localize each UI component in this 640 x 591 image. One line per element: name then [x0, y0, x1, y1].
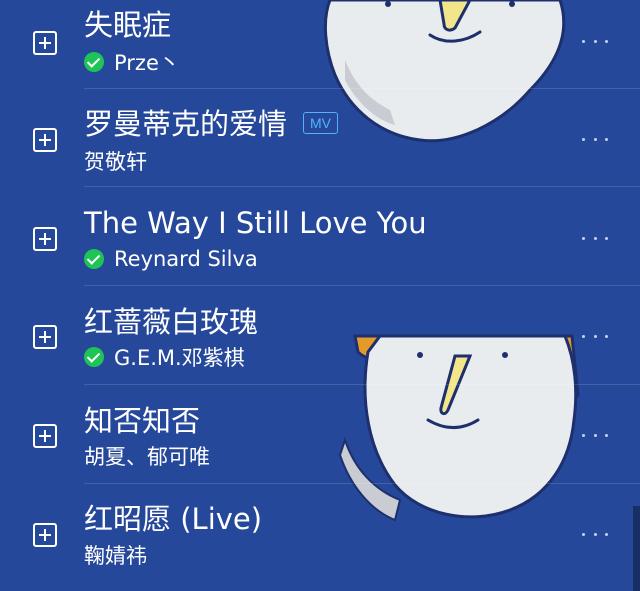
- song-title: 失眠症: [84, 8, 172, 42]
- more-dots-icon[interactable]: [582, 37, 608, 45]
- more-dots-icon[interactable]: [582, 332, 608, 340]
- song-artist: 鞠婧祎: [84, 544, 147, 568]
- more-dots-icon[interactable]: [582, 135, 608, 143]
- list-item[interactable]: 知否知否 胡夏、郁可唯: [0, 386, 640, 484]
- mv-badge[interactable]: MV: [303, 112, 338, 134]
- song-artist: 胡夏、郁可唯: [84, 445, 210, 469]
- divider: [84, 186, 640, 187]
- song-title: 红蔷薇白玫瑰: [84, 305, 259, 339]
- more-dots-icon[interactable]: [582, 530, 608, 538]
- artist-line: 胡夏、郁可唯: [84, 443, 210, 469]
- check-circle-icon: [84, 52, 104, 72]
- list-item[interactable]: The Way I Still Love You Reynard Silva: [0, 188, 640, 286]
- add-square-icon[interactable]: [33, 325, 57, 349]
- more-dots-icon[interactable]: [582, 431, 608, 439]
- divider: [84, 483, 640, 484]
- song-title: 知否知否: [84, 404, 201, 438]
- song-title: 红昭愿 (Live): [84, 502, 263, 536]
- song-artist: Reynard Silva: [114, 247, 258, 271]
- add-square-icon[interactable]: [33, 424, 57, 448]
- add-square-icon[interactable]: [33, 227, 57, 251]
- artist-line: 鞠婧祎: [84, 542, 147, 568]
- artist-line: Reynard Silva: [84, 246, 258, 272]
- add-square-icon[interactable]: [33, 31, 57, 55]
- list-item[interactable]: 罗曼蒂克的爱情 MV 贺敬轩: [0, 89, 640, 187]
- song-title: The Way I Still Love You: [84, 206, 427, 240]
- add-square-icon[interactable]: [33, 128, 57, 152]
- song-artist: 贺敬轩: [84, 150, 147, 174]
- list-item[interactable]: 红昭愿 (Live) 鞠婧祎: [0, 485, 640, 583]
- check-circle-icon: [84, 347, 104, 367]
- list-item[interactable]: 失眠症 Prze丶: [0, 0, 640, 89]
- artist-line: G.E.M.邓紫棋: [84, 344, 245, 370]
- add-square-icon[interactable]: [33, 523, 57, 547]
- more-dots-icon[interactable]: [582, 234, 608, 242]
- check-circle-icon: [84, 249, 104, 269]
- list-item[interactable]: 红蔷薇白玫瑰 G.E.M.邓紫棋: [0, 287, 640, 385]
- song-artist: G.E.M.邓紫棋: [114, 346, 245, 370]
- scrollbar-thumb[interactable]: [633, 506, 640, 591]
- artist-line: Prze丶: [84, 49, 180, 75]
- song-artist: Prze丶: [114, 51, 180, 75]
- artist-line: 贺敬轩: [84, 148, 147, 174]
- divider: [84, 384, 640, 385]
- song-title: 罗曼蒂克的爱情: [84, 107, 288, 141]
- divider: [84, 285, 640, 286]
